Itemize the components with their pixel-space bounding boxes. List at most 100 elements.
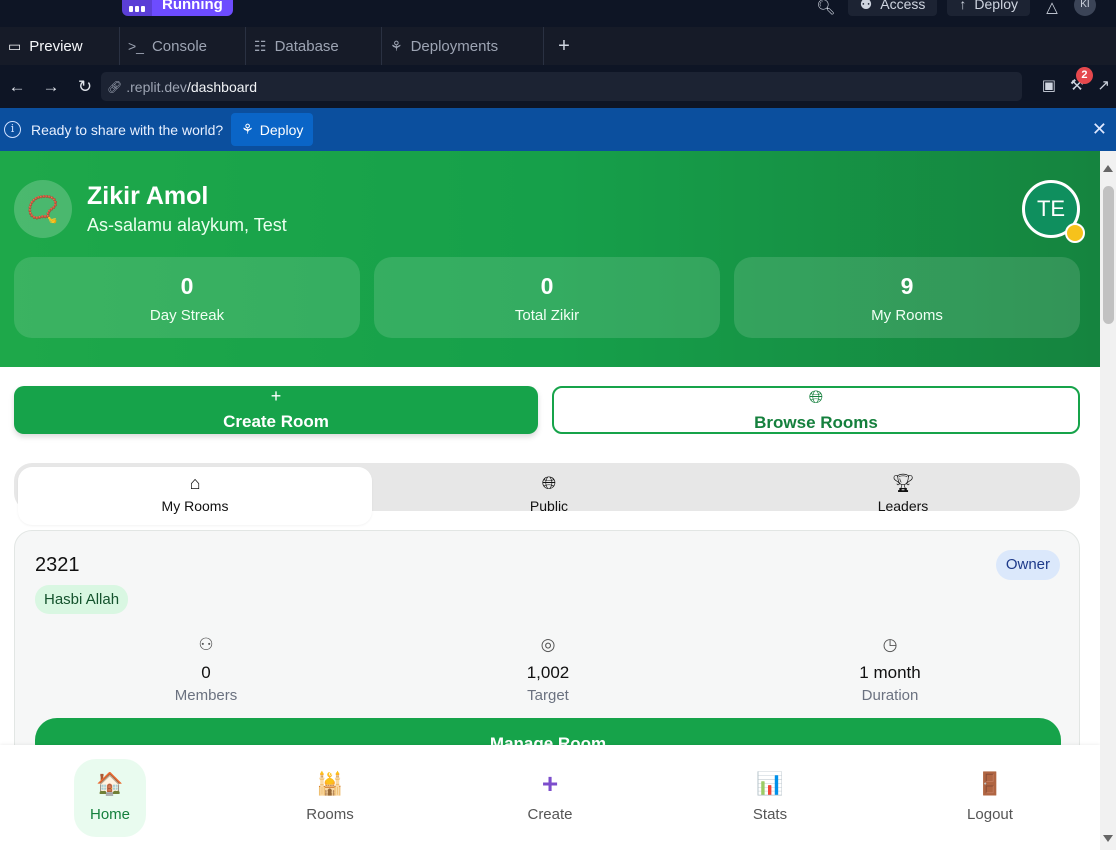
- tab-public[interactable]: 🌐︎ Public: [372, 463, 726, 514]
- ide-tabbar: ▭ Preview >_ Console ☷ Database ⚘ Deploy…: [0, 27, 1116, 65]
- devtools-wrench-icon[interactable]: ⚒ 2: [1070, 67, 1093, 94]
- nav-label: Logout: [967, 806, 1013, 823]
- scroll-down-arrow-icon[interactable]: [1103, 835, 1113, 842]
- tab-leaders[interactable]: 🏆︎ Leaders: [726, 463, 1080, 514]
- upload-icon: ↑: [959, 0, 967, 12]
- globe-icon: 🌐︎: [808, 387, 824, 407]
- stat-total-zikir: 0 Total Zikir: [374, 257, 720, 338]
- deploy-top-button[interactable]: ↑ Deploy: [947, 0, 1030, 16]
- stat-label: My Rooms: [871, 307, 943, 324]
- prayer-beads-icon: 📿: [14, 180, 72, 238]
- tab-label: Preview: [29, 37, 83, 55]
- url-domain: .replit.dev: [126, 78, 187, 95]
- globe-icon: 🌐︎: [541, 473, 557, 493]
- app-header: 📿 Zikir Amol As-salamu alaykum, Test TE …: [0, 151, 1100, 367]
- nav-create[interactable]: + Create: [440, 745, 660, 850]
- deploy-tree-icon: ⚘: [241, 121, 254, 137]
- plus-icon: +: [541, 768, 559, 799]
- bar-chart-icon: 📊: [756, 771, 784, 796]
- stat-my-rooms: 9 My Rooms: [734, 257, 1080, 338]
- role-badge: Owner: [995, 550, 1060, 580]
- tab-label: Deployments: [410, 37, 499, 55]
- tab-label: Console: [151, 37, 208, 55]
- browse-rooms-button[interactable]: 🌐︎ Browse Rooms: [552, 386, 1080, 434]
- nav-label: Home: [89, 806, 130, 823]
- bottom-nav: 🏠 Home 🕌 Rooms + Create 📊 Stats 🚪 Logout: [0, 745, 1100, 850]
- access-label: Access: [880, 0, 926, 12]
- forward-arrow-icon[interactable]: →: [34, 77, 68, 97]
- metric-value: 1 month: [859, 663, 921, 682]
- door-icon: 🚪: [976, 771, 1004, 796]
- stat-day-streak: 0 Day Streak: [14, 257, 360, 338]
- stat-label: Total Zikir: [514, 307, 580, 324]
- stat-value: 0: [180, 273, 194, 299]
- rooms-segmented-control: ⌂ My Rooms 🌐︎ Public 🏆︎ Leaders: [14, 463, 1080, 525]
- room-metrics: ⚇ 0 Members ◎ 1,002 Target ◷ 1 month Dur…: [35, 635, 1061, 704]
- user-icon: ⚉: [859, 0, 873, 12]
- viewport-scrollbar[interactable]: [1100, 151, 1116, 850]
- metric-members: ⚇ 0 Members: [35, 635, 377, 704]
- target-icon: ◎: [540, 635, 556, 654]
- users-icon: ⚇: [198, 635, 214, 654]
- tab-console[interactable]: >_ Console: [120, 27, 246, 65]
- nav-logout[interactable]: 🚪 Logout: [880, 745, 1100, 850]
- deploy-banner: i Ready to share with the world? ⚘ Deplo…: [0, 108, 1116, 151]
- scroll-thumb[interactable]: [1103, 186, 1114, 324]
- room-name: 2321: [35, 554, 80, 576]
- url-input[interactable]: 🔗︎ .replit.dev/dashboard: [101, 72, 1022, 101]
- back-arrow-icon[interactable]: ←: [0, 77, 34, 97]
- mosque-icon: 🕌: [316, 771, 344, 796]
- tab-preview[interactable]: ▭ Preview: [0, 27, 120, 65]
- monitor-icon: ▭: [8, 37, 22, 54]
- close-icon[interactable]: ✕: [1092, 119, 1107, 140]
- terminal-icon: >_: [128, 38, 144, 54]
- metric-value: 1,002: [526, 663, 570, 682]
- run-status-badge[interactable]: Running: [122, 0, 233, 16]
- metric-target: ◎ 1,002 Target: [377, 635, 719, 704]
- house-icon: 🏠: [96, 771, 124, 796]
- replit-logo-icon: [122, 0, 152, 16]
- stat-value: 9: [900, 273, 914, 299]
- plus-icon: +: [270, 386, 282, 406]
- tab-deployments[interactable]: ⚘ Deployments: [382, 27, 544, 65]
- trophy-icon: 🏆︎: [891, 473, 915, 493]
- zikir-tag: Hasbi Allah: [35, 585, 129, 614]
- banner-deploy-button[interactable]: ⚘ Deploy: [231, 113, 314, 146]
- tab-database[interactable]: ☷ Database: [246, 27, 382, 65]
- nav-label: Create: [527, 806, 573, 823]
- open-external-icon[interactable]: ↗: [1097, 76, 1110, 94]
- status-dot: [1065, 223, 1085, 243]
- link-icon: 🔗︎: [107, 79, 123, 94]
- deploy-tree-icon: ⚘: [390, 37, 403, 54]
- tab-label: My Rooms: [161, 498, 229, 514]
- reload-icon[interactable]: ↻: [68, 77, 102, 97]
- nav-rooms[interactable]: 🕌 Rooms: [220, 745, 440, 850]
- devices-icon[interactable]: ▣: [1042, 76, 1056, 94]
- nav-label: Rooms: [306, 806, 354, 823]
- nav-home[interactable]: 🏠 Home: [0, 745, 220, 850]
- metric-value: 0: [201, 663, 211, 682]
- banner-deploy-label: Deploy: [259, 121, 304, 138]
- tab-my-rooms[interactable]: ⌂ My Rooms: [18, 467, 372, 525]
- banner-text: Ready to share with the world?: [31, 121, 224, 138]
- app-viewport: 📿 Zikir Amol As-salamu alaykum, Test TE …: [0, 151, 1100, 850]
- bell-icon[interactable]: △: [1040, 0, 1064, 16]
- access-button[interactable]: ⚉ Access: [847, 0, 938, 16]
- add-tab-button[interactable]: +: [544, 27, 584, 65]
- metric-duration: ◷ 1 month Duration: [719, 635, 1061, 704]
- scroll-up-arrow-icon[interactable]: [1103, 165, 1113, 172]
- nav-stats[interactable]: 📊 Stats: [660, 745, 880, 850]
- info-icon: i: [4, 121, 21, 138]
- browse-rooms-label: Browse Rooms: [754, 413, 878, 432]
- stat-label: Day Streak: [149, 307, 225, 324]
- app-title: Zikir Amol: [87, 182, 209, 210]
- home-icon: ⌂: [189, 473, 201, 493]
- create-room-button[interactable]: + Create Room: [14, 386, 538, 434]
- greeting-text: As-salamu alaykum, Test: [87, 215, 287, 235]
- clock-icon: ◷: [882, 635, 898, 654]
- url-path: /dashboard: [186, 78, 257, 95]
- action-buttons: + Create Room 🌐︎ Browse Rooms: [14, 386, 1080, 434]
- nav-label: Stats: [752, 806, 788, 823]
- ide-avatar[interactable]: KI: [1074, 0, 1096, 16]
- search-icon[interactable]: 🔍︎: [814, 0, 838, 16]
